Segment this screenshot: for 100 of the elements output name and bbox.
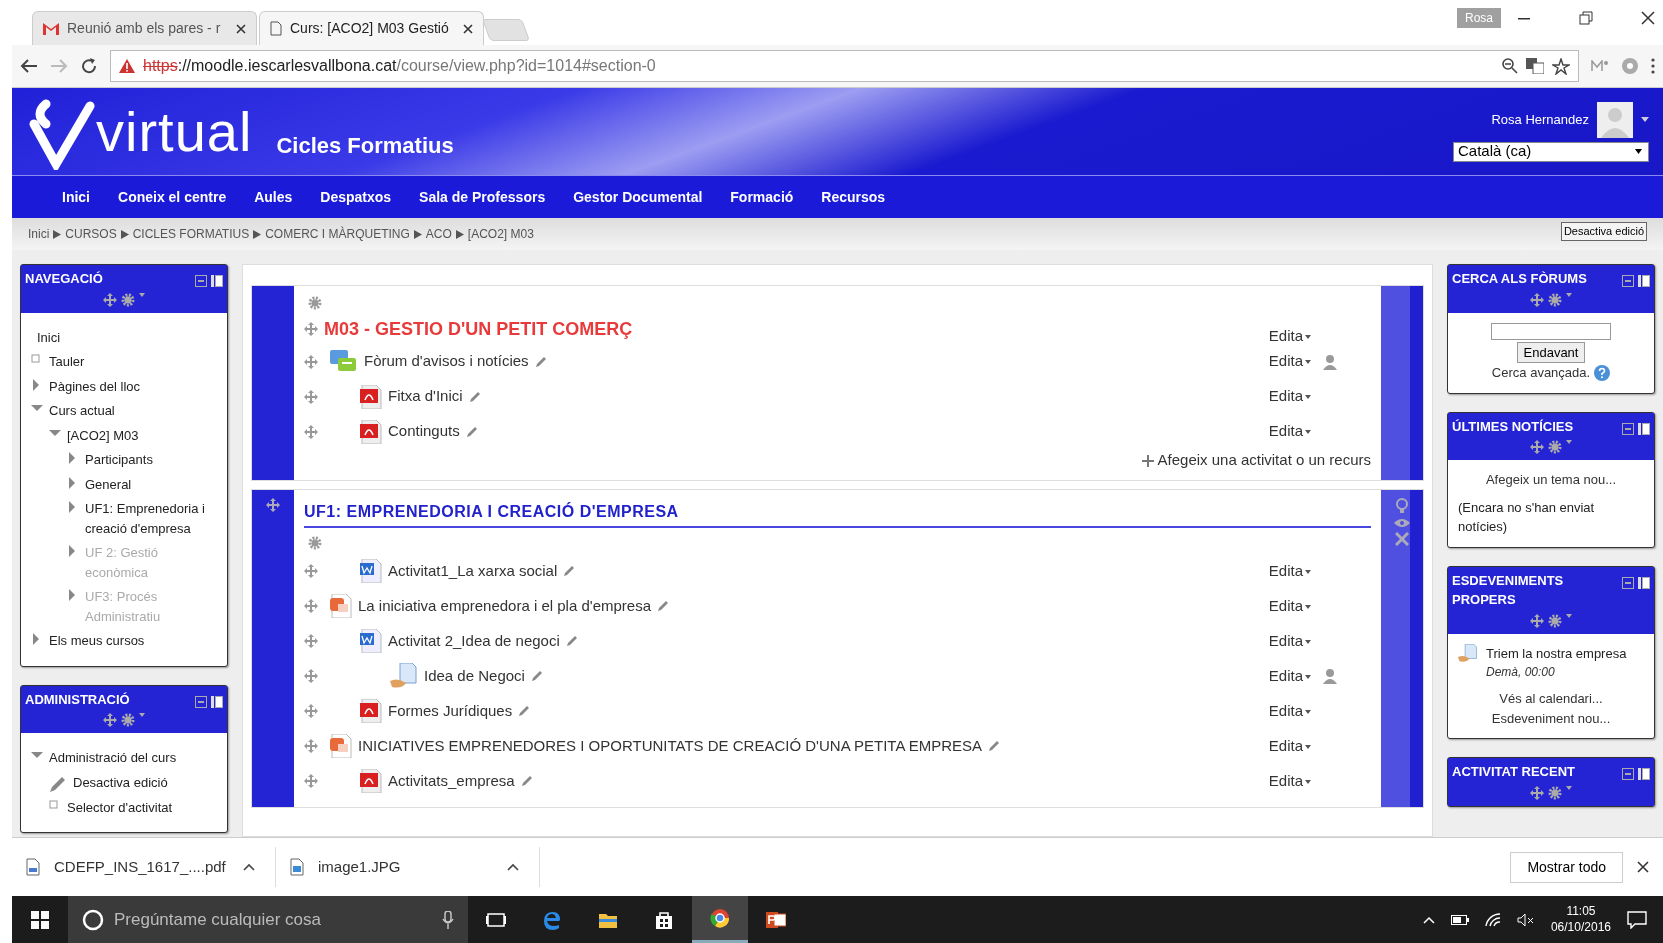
pencil-icon[interactable] xyxy=(520,775,533,787)
breadcrumb-link[interactable]: CURSOS xyxy=(65,225,117,243)
move-icon[interactable] xyxy=(304,669,318,683)
slides-file-icon[interactable] xyxy=(330,734,352,758)
help-icon[interactable] xyxy=(1594,364,1611,381)
collapse-icon[interactable] xyxy=(1622,768,1634,780)
dock-icon[interactable] xyxy=(1638,422,1650,435)
document-hand-icon[interactable] xyxy=(1458,643,1478,663)
pencil-icon[interactable] xyxy=(657,600,670,612)
edit-menu[interactable]: Edita xyxy=(1268,350,1311,373)
move-icon[interactable] xyxy=(1530,440,1544,454)
collapse-icon[interactable] xyxy=(1622,422,1634,435)
pencil-icon[interactable] xyxy=(468,390,481,403)
activity-link[interactable]: Idea de Negoci xyxy=(424,664,525,688)
move-icon[interactable] xyxy=(304,634,318,648)
caret-icon[interactable] xyxy=(1305,334,1311,339)
browser-e-icon[interactable] xyxy=(542,909,562,930)
slides-file-icon[interactable] xyxy=(330,594,352,618)
edit-menu[interactable]: Edita xyxy=(1268,420,1311,443)
add-topic-link[interactable]: Afegeix un tema nou... xyxy=(1458,470,1644,490)
gear-icon[interactable] xyxy=(1548,440,1562,454)
collapse-icon[interactable] xyxy=(195,275,207,287)
dock-icon[interactable] xyxy=(211,695,223,708)
caret-icon[interactable] xyxy=(1641,117,1649,122)
breadcrumb-link[interactable]: CICLES FORMATIUS xyxy=(132,225,250,243)
collapsed-arrow-icon[interactable] xyxy=(67,589,77,601)
document-hand-icon[interactable] xyxy=(390,663,418,689)
lightbulb-icon[interactable] xyxy=(1395,497,1409,514)
activity-link[interactable]: Activitat 2_Idea de negoci xyxy=(388,629,560,653)
notification-icon[interactable] xyxy=(1627,910,1647,929)
move-icon[interactable] xyxy=(103,713,117,727)
close-icon[interactable] xyxy=(236,23,246,34)
nav-link[interactable]: Desactiva edició xyxy=(73,772,168,792)
collapsed-arrow-icon[interactable] xyxy=(31,633,41,645)
nav-link[interactable]: Curs actual xyxy=(49,401,115,421)
nav-link[interactable]: [ACO2] M03 xyxy=(67,425,139,445)
pencil-icon[interactable] xyxy=(563,565,576,577)
move-icon[interactable] xyxy=(266,497,280,512)
dock-icon[interactable] xyxy=(1638,275,1650,287)
caret-icon[interactable] xyxy=(1566,613,1572,618)
activity-link[interactable]: Continguts xyxy=(388,420,460,443)
move-icon[interactable] xyxy=(304,599,318,613)
caret-icon[interactable] xyxy=(1305,779,1311,784)
activity-link[interactable]: Activitats_empresa xyxy=(388,769,515,793)
reload-icon[interactable] xyxy=(80,57,98,75)
gear-icon[interactable] xyxy=(308,296,322,310)
wifi-icon[interactable] xyxy=(1484,912,1501,927)
activity-link[interactable]: Fòrum d'avisos i notícies xyxy=(364,350,529,373)
menu-link[interactable]: Inici xyxy=(48,186,104,208)
calendar-link[interactable]: Vés al calendari... xyxy=(1458,689,1644,709)
pdf-file-icon[interactable] xyxy=(360,419,382,444)
caret-up-icon[interactable] xyxy=(243,863,255,871)
back-icon[interactable] xyxy=(20,58,38,74)
pdf-file-icon[interactable] xyxy=(360,384,382,409)
collapsed-arrow-icon[interactable] xyxy=(67,501,77,513)
extension-icon[interactable] xyxy=(1621,57,1639,75)
move-icon[interactable] xyxy=(304,424,318,439)
menu-link[interactable]: Recursos xyxy=(807,186,900,208)
chevron-up-icon[interactable] xyxy=(1422,915,1435,924)
dock-icon[interactable] xyxy=(1638,576,1650,589)
nav-link[interactable]: Tauler xyxy=(49,352,85,372)
shopping-bag-icon[interactable] xyxy=(654,909,674,930)
user-icon[interactable] xyxy=(1322,668,1338,684)
avatar-silhouette-icon[interactable] xyxy=(1597,101,1633,138)
nav-link[interactable]: Inici xyxy=(37,327,61,347)
menu-link[interactable]: Despatxos xyxy=(306,186,406,208)
pdf-file-icon[interactable] xyxy=(360,699,382,723)
collapsed-arrow-icon[interactable] xyxy=(67,452,77,464)
clock[interactable]: 11:05 06/10/2016 xyxy=(1550,903,1611,936)
activity-link[interactable]: Formes Jurídiques xyxy=(388,699,513,723)
move-icon[interactable] xyxy=(304,774,318,788)
extension-icon[interactable] xyxy=(1591,60,1609,72)
edit-menu[interactable]: Edita xyxy=(1268,629,1311,653)
edit-menu[interactable]: Edita xyxy=(1268,594,1311,618)
gear-icon[interactable] xyxy=(121,713,135,727)
caret-icon[interactable] xyxy=(1305,604,1311,609)
close-icon[interactable] xyxy=(463,23,473,34)
caret-icon[interactable] xyxy=(1305,360,1311,365)
advanced-search-link[interactable]: Cerca avançada. xyxy=(1491,363,1591,383)
round-browser-icon[interactable] xyxy=(710,908,730,928)
collapse-icon[interactable] xyxy=(1622,275,1634,287)
breadcrumb-link[interactable]: Inici xyxy=(28,225,50,243)
pencil-icon[interactable] xyxy=(518,705,531,717)
browser-tab[interactable]: Reunió amb els pares - r xyxy=(32,11,257,45)
site-logo-text[interactable]: virtual xyxy=(96,103,253,160)
gear-icon[interactable] xyxy=(1548,292,1562,307)
breadcrumb-link[interactable]: [ACO2] M03 xyxy=(467,225,534,243)
move-icon[interactable] xyxy=(304,354,318,369)
breadcrumb-link[interactable]: COMERC I MÀRQUETING xyxy=(265,225,410,243)
menu-link[interactable]: Gestor Documental xyxy=(559,186,717,208)
caret-icon[interactable] xyxy=(1305,674,1311,679)
word-file-icon[interactable] xyxy=(360,629,382,653)
collapsed-arrow-icon[interactable] xyxy=(31,378,41,391)
move-icon[interactable] xyxy=(304,389,318,404)
pencil-icon[interactable] xyxy=(988,740,1001,752)
restore-icon[interactable] xyxy=(1579,11,1593,25)
caret-icon[interactable] xyxy=(1566,785,1572,790)
expanded-arrow-icon[interactable] xyxy=(31,750,43,760)
expanded-arrow-icon[interactable] xyxy=(49,427,61,438)
caret-icon[interactable] xyxy=(1305,430,1311,435)
